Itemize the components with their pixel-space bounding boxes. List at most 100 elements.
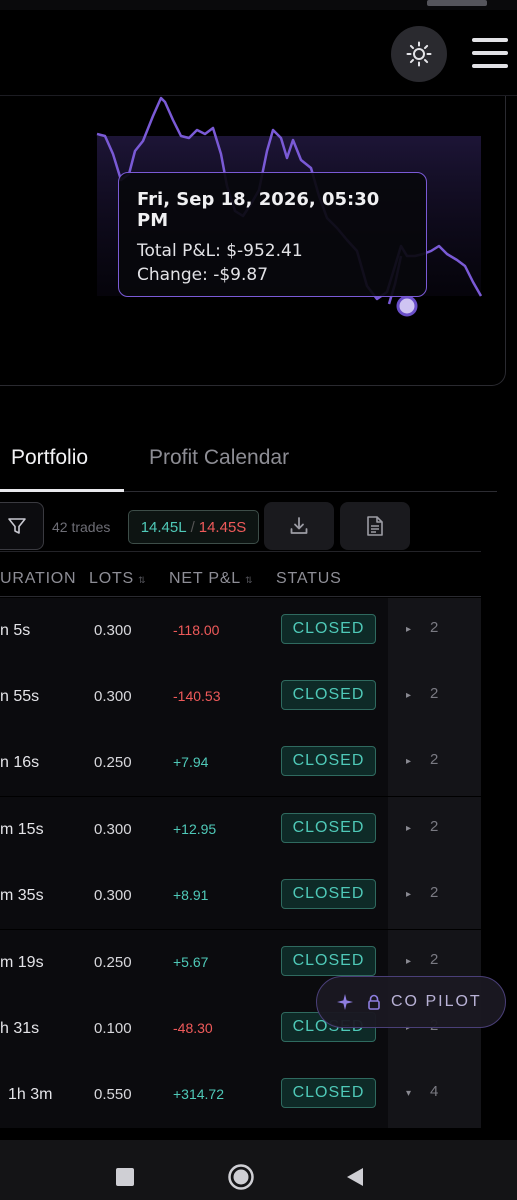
column-header-status[interactable]: STATUS bbox=[276, 570, 342, 588]
child-trade-count: 2 bbox=[430, 751, 439, 768]
duration-cell: n 5s bbox=[0, 622, 31, 639]
back-icon[interactable] bbox=[345, 1167, 365, 1187]
status-badge: CLOSED bbox=[281, 614, 376, 644]
expand-arrow-icon[interactable]: ▸ bbox=[406, 624, 411, 635]
copilot-label: CO PILOT bbox=[391, 993, 482, 1010]
view-tabs: Portfolio Profit Calendar bbox=[0, 432, 497, 492]
recent-apps-icon[interactable] bbox=[116, 1168, 134, 1186]
lock-icon bbox=[368, 994, 380, 1010]
lots-cell: 0.300 bbox=[94, 821, 132, 838]
row-main: n 5s 0.300 -118.00 CLOSED bbox=[0, 598, 388, 664]
lots-cell: 0.250 bbox=[94, 754, 132, 771]
row-main: m 35s 0.300 +8.91 CLOSED bbox=[0, 863, 388, 929]
chart-tooltip: Fri, Sep 18, 2026, 05:30 PM Total P&L: $… bbox=[118, 172, 427, 297]
child-trade-count: 2 bbox=[430, 951, 439, 968]
ratio-separator: / bbox=[190, 518, 195, 536]
sort-icon: ⇅ bbox=[138, 575, 147, 585]
row-expand-cell[interactable]: ▸ 2 bbox=[388, 730, 481, 796]
row-expand-cell[interactable]: ▸ 2 bbox=[388, 664, 481, 730]
long-short-badge: 14.45L / 14.45S bbox=[128, 510, 259, 544]
column-header-duration[interactable]: URATION bbox=[0, 570, 76, 588]
sort-icon: ⇅ bbox=[245, 575, 254, 585]
net-pnl-cell: -140.53 bbox=[173, 688, 221, 704]
duration-cell: 1h 3m bbox=[8, 1086, 53, 1103]
status-badge: CLOSED bbox=[281, 746, 376, 776]
expand-arrow-icon[interactable]: ▸ bbox=[406, 690, 411, 701]
column-header-lots[interactable]: LOTS ⇅ bbox=[89, 570, 146, 588]
child-trade-count: 2 bbox=[430, 619, 439, 636]
lots-cell: 0.300 bbox=[94, 622, 132, 639]
download-button[interactable] bbox=[264, 502, 334, 550]
lots-cell: 0.550 bbox=[94, 1086, 132, 1103]
row-expand-cell[interactable]: ▸ 2 bbox=[388, 797, 481, 863]
status-badge: CLOSED bbox=[281, 680, 376, 710]
status-bar bbox=[0, 0, 517, 10]
row-main: n 16s 0.250 +7.94 CLOSED bbox=[0, 730, 388, 796]
long-value: 14.45L bbox=[140, 518, 187, 536]
hamburger-menu-icon[interactable] bbox=[470, 36, 510, 70]
table-row[interactable]: n 55s 0.300 -140.53 CLOSED ▸ 2 bbox=[0, 664, 481, 730]
filter-button[interactable] bbox=[0, 502, 44, 550]
trades-toolbar: 42 trades 14.45L / 14.45S bbox=[0, 500, 481, 552]
collapse-arrow-icon[interactable]: ▾ bbox=[406, 1088, 411, 1099]
selected-point-marker[interactable] bbox=[396, 295, 418, 317]
lots-cell: 0.300 bbox=[94, 887, 132, 904]
child-trade-count: 2 bbox=[430, 685, 439, 702]
expand-arrow-icon[interactable]: ▸ bbox=[406, 956, 411, 967]
child-trade-count: 2 bbox=[430, 884, 439, 901]
sun-icon bbox=[406, 41, 432, 67]
tooltip-change: Change: -$9.87 bbox=[137, 265, 269, 285]
row-main: n 55s 0.300 -140.53 CLOSED bbox=[0, 664, 388, 730]
net-pnl-cell: +314.72 bbox=[173, 1086, 224, 1102]
status-badge: CLOSED bbox=[281, 879, 376, 909]
tab-portfolio[interactable]: Portfolio bbox=[11, 446, 88, 470]
expand-arrow-icon[interactable]: ▸ bbox=[406, 889, 411, 900]
theme-toggle-button[interactable] bbox=[391, 26, 447, 82]
table-row[interactable]: m 15s 0.300 +12.95 CLOSED ▸ 2 bbox=[0, 797, 481, 863]
expand-arrow-icon[interactable]: ▸ bbox=[406, 823, 411, 834]
row-main: 1h 3m 0.550 +314.72 CLOSED bbox=[0, 1062, 388, 1128]
row-expand-cell[interactable]: ▾ 4 bbox=[388, 1062, 481, 1128]
short-value: 14.45S bbox=[198, 518, 247, 536]
duration-cell: n 55s bbox=[0, 688, 40, 705]
download-icon bbox=[290, 517, 308, 534]
lots-cell: 0.300 bbox=[94, 688, 132, 705]
home-icon[interactable] bbox=[227, 1163, 255, 1191]
row-main: m 15s 0.300 +12.95 CLOSED bbox=[0, 797, 388, 863]
document-icon bbox=[367, 516, 383, 536]
table-row[interactable]: n 16s 0.250 +7.94 CLOSED ▸ 2 bbox=[0, 730, 481, 796]
table-header: URATION LOTS ⇅ NET P&L ⇅ STATUS bbox=[0, 560, 481, 597]
table-row[interactable]: m 35s 0.300 +8.91 CLOSED ▸ 2 bbox=[0, 863, 481, 929]
net-pnl-cell: +8.91 bbox=[173, 887, 209, 903]
status-badge: CLOSED bbox=[281, 1078, 376, 1108]
duration-cell: m 19s bbox=[0, 954, 44, 971]
row-expand-cell[interactable]: ▸ 2 bbox=[388, 863, 481, 929]
child-trade-count: 2 bbox=[430, 818, 439, 835]
filter-icon bbox=[8, 518, 26, 534]
column-header-net-pnl[interactable]: NET P&L ⇅ bbox=[169, 570, 253, 588]
trades-count: 42 trades bbox=[52, 519, 111, 535]
report-button[interactable] bbox=[340, 502, 410, 550]
child-trade-count: 4 bbox=[430, 1083, 439, 1100]
lots-cell: 0.100 bbox=[94, 1020, 132, 1037]
duration-cell: m 15s bbox=[0, 821, 44, 838]
duration-cell: h 31s bbox=[0, 1020, 40, 1037]
table-row[interactable]: n 5s 0.300 -118.00 CLOSED ▸ 2 bbox=[0, 598, 481, 664]
status-badge: CLOSED bbox=[281, 946, 376, 976]
tooltip-date: Fri, Sep 18, 2026, 05:30 PM bbox=[137, 189, 380, 231]
signal-icon bbox=[427, 0, 487, 6]
status-badge: CLOSED bbox=[281, 813, 376, 843]
row-expand-cell[interactable]: ▸ 2 bbox=[388, 598, 481, 664]
app-header bbox=[0, 10, 517, 96]
lots-cell: 0.250 bbox=[94, 954, 132, 971]
tab-profit-calendar[interactable]: Profit Calendar bbox=[149, 446, 289, 470]
net-pnl-cell: +5.67 bbox=[173, 954, 209, 970]
sparkle-icon bbox=[337, 994, 353, 1010]
table-row[interactable]: 1h 3m 0.550 +314.72 CLOSED ▾ 4 bbox=[0, 1062, 481, 1128]
net-pnl-cell: -48.30 bbox=[173, 1020, 213, 1036]
copilot-button[interactable]: CO PILOT bbox=[316, 976, 506, 1028]
active-tab-indicator bbox=[0, 489, 124, 492]
duration-cell: n 16s bbox=[0, 754, 40, 771]
net-pnl-cell: -118.00 bbox=[173, 622, 220, 638]
expand-arrow-icon[interactable]: ▸ bbox=[406, 756, 411, 767]
